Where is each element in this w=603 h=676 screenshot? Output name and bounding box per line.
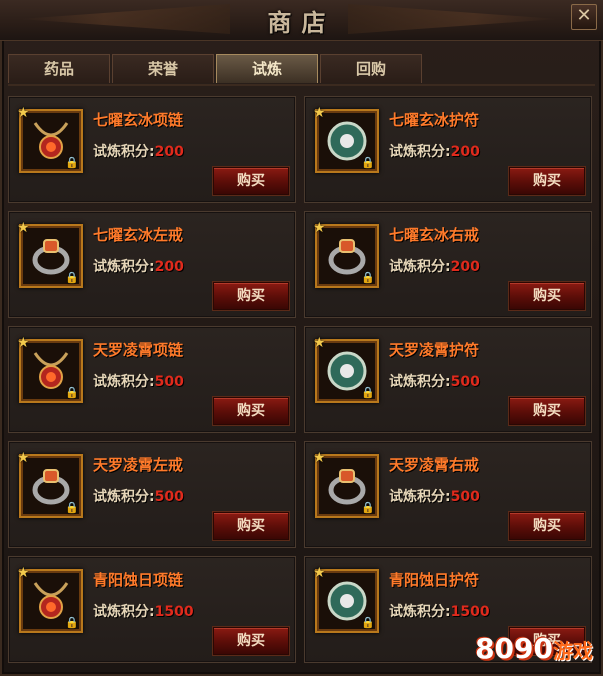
price-value: 200 <box>450 144 480 160</box>
price-value: 200 <box>154 144 184 160</box>
price-label: 试炼积分: <box>389 144 451 160</box>
price-label: 试炼积分: <box>93 259 155 275</box>
lock-icon: 🔒 <box>361 386 375 399</box>
lock-icon: 🔒 <box>65 386 79 399</box>
buy-button[interactable]: 购买 <box>213 512 289 540</box>
window-title: 商店 <box>267 8 336 37</box>
item-name: 七曜玄冰护符 <box>389 111 480 129</box>
price-value: 1500 <box>154 604 194 620</box>
item-name: 青阳蚀日护符 <box>389 571 480 589</box>
buy-button[interactable]: 购买 <box>509 512 585 540</box>
item-price-row: 试炼积分:1500 <box>93 601 194 621</box>
price-label: 试炼积分: <box>93 144 155 160</box>
price-label: 试炼积分: <box>93 374 155 390</box>
price-value: 500 <box>154 489 184 505</box>
item-slot[interactable]: ★ 🔒 <box>313 565 379 633</box>
buy-button[interactable]: 购买 <box>213 627 289 655</box>
price-label: 试炼积分: <box>93 604 155 620</box>
price-label: 试炼积分: <box>93 489 155 505</box>
buy-button[interactable]: 购买 <box>509 397 585 425</box>
item-slot[interactable]: ★ 🔒 <box>313 220 379 288</box>
close-button[interactable]: ✕ <box>571 4 597 30</box>
price-value: 500 <box>154 374 184 390</box>
lock-icon: 🔒 <box>361 501 375 514</box>
title-bar: 商店 ✕ <box>0 0 603 41</box>
item-price-row: 试炼积分:500 <box>389 371 480 391</box>
price-label: 试炼积分: <box>389 374 451 390</box>
lock-icon: 🔒 <box>65 156 79 169</box>
item-price-row: 试炼积分:200 <box>93 141 184 161</box>
watermark-text-number: 8090 <box>475 632 553 665</box>
lock-icon: 🔒 <box>65 501 79 514</box>
tab-honor[interactable]: 荣誉 <box>112 54 214 83</box>
item-name: 七曜玄冰左戒 <box>93 226 184 244</box>
lock-icon: 🔒 <box>65 271 79 284</box>
item-price-row: 试炼积分:200 <box>389 141 480 161</box>
tab-buyback[interactable]: 回购 <box>320 54 422 83</box>
tab-trial[interactable]: 试炼 <box>216 54 318 83</box>
site-watermark-logo: 8090游戏 <box>475 632 593 672</box>
item-name: 七曜玄冰右戒 <box>389 226 480 244</box>
lock-icon: 🔒 <box>361 271 375 284</box>
lock-icon: 🔒 <box>361 616 375 629</box>
item-slot[interactable]: ★ 🔒 <box>17 450 83 518</box>
item-slot[interactable]: ★ 🔒 <box>17 335 83 403</box>
item-slot[interactable]: ★ 🔒 <box>313 105 379 173</box>
shop-item-card: ★ 🔒 天罗凌霄护符 试炼积分:500 购买 <box>304 326 592 433</box>
item-name: 青阳蚀日项链 <box>93 571 184 589</box>
shop-item-card: ★ 🔒 七曜玄冰左戒 试炼积分:200 购买 <box>8 211 296 318</box>
shop-item-card: ★ 🔒 七曜玄冰项链 试炼积分:200 购买 <box>8 96 296 203</box>
item-grid: ★ 🔒 七曜玄冰项链 试炼积分:200 购买 ★ 🔒 七曜玄冰护符 试炼积分:200 购买 ★ 🔒 七曜… <box>8 96 595 676</box>
price-label: 试炼积分: <box>389 604 451 620</box>
item-price-row: 试炼积分:500 <box>93 371 184 391</box>
price-value: 1500 <box>450 604 490 620</box>
item-name: 天罗凌霄左戒 <box>93 456 184 474</box>
item-slot[interactable]: ★ 🔒 <box>17 565 83 633</box>
shop-item-card: ★ 🔒 七曜玄冰右戒 试炼积分:200 购买 <box>304 211 592 318</box>
item-price-row: 试炼积分:500 <box>93 486 184 506</box>
price-value: 500 <box>450 374 480 390</box>
shop-window: 商店 ✕ 药品 荣誉 试炼 回购 ★ 🔒 七曜玄冰项链 试炼积分:200 购买 ★ 🔒 七曜玄… <box>0 0 603 676</box>
watermark-text-game: 游戏 <box>553 639 593 663</box>
buy-button[interactable]: 购买 <box>509 282 585 310</box>
price-value: 200 <box>154 259 184 275</box>
tab-bar: 药品 荣誉 试炼 回购 <box>8 50 595 86</box>
buy-button[interactable]: 购买 <box>213 397 289 425</box>
shop-item-card: ★ 🔒 天罗凌霄项链 试炼积分:500 购买 <box>8 326 296 433</box>
item-slot[interactable]: ★ 🔒 <box>313 450 379 518</box>
item-name: 天罗凌霄护符 <box>389 341 480 359</box>
item-slot[interactable]: ★ 🔒 <box>17 220 83 288</box>
price-value: 500 <box>450 489 480 505</box>
item-price-row: 试炼积分:200 <box>389 256 480 276</box>
item-slot[interactable]: ★ 🔒 <box>313 335 379 403</box>
price-value: 200 <box>450 259 480 275</box>
item-slot[interactable]: ★ 🔒 <box>17 105 83 173</box>
shop-item-card: ★ 🔒 天罗凌霄右戒 试炼积分:500 购买 <box>304 441 592 548</box>
lock-icon: 🔒 <box>361 156 375 169</box>
item-name: 七曜玄冰项链 <box>93 111 184 129</box>
tab-medicine[interactable]: 药品 <box>8 54 110 83</box>
price-label: 试炼积分: <box>389 259 451 275</box>
item-name: 天罗凌霄项链 <box>93 341 184 359</box>
shop-item-card: ★ 🔒 青阳蚀日项链 试炼积分:1500 购买 <box>8 556 296 663</box>
buy-button[interactable]: 购买 <box>213 167 289 195</box>
buy-button[interactable]: 购买 <box>509 167 585 195</box>
price-label: 试炼积分: <box>389 489 451 505</box>
shop-item-card: ★ 🔒 七曜玄冰护符 试炼积分:200 购买 <box>304 96 592 203</box>
item-price-row: 试炼积分:500 <box>389 486 480 506</box>
item-name: 天罗凌霄右戒 <box>389 456 480 474</box>
item-price-row: 试炼积分:1500 <box>389 601 490 621</box>
item-price-row: 试炼积分:200 <box>93 256 184 276</box>
shop-item-card: ★ 🔒 天罗凌霄左戒 试炼积分:500 购买 <box>8 441 296 548</box>
buy-button[interactable]: 购买 <box>213 282 289 310</box>
lock-icon: 🔒 <box>65 616 79 629</box>
